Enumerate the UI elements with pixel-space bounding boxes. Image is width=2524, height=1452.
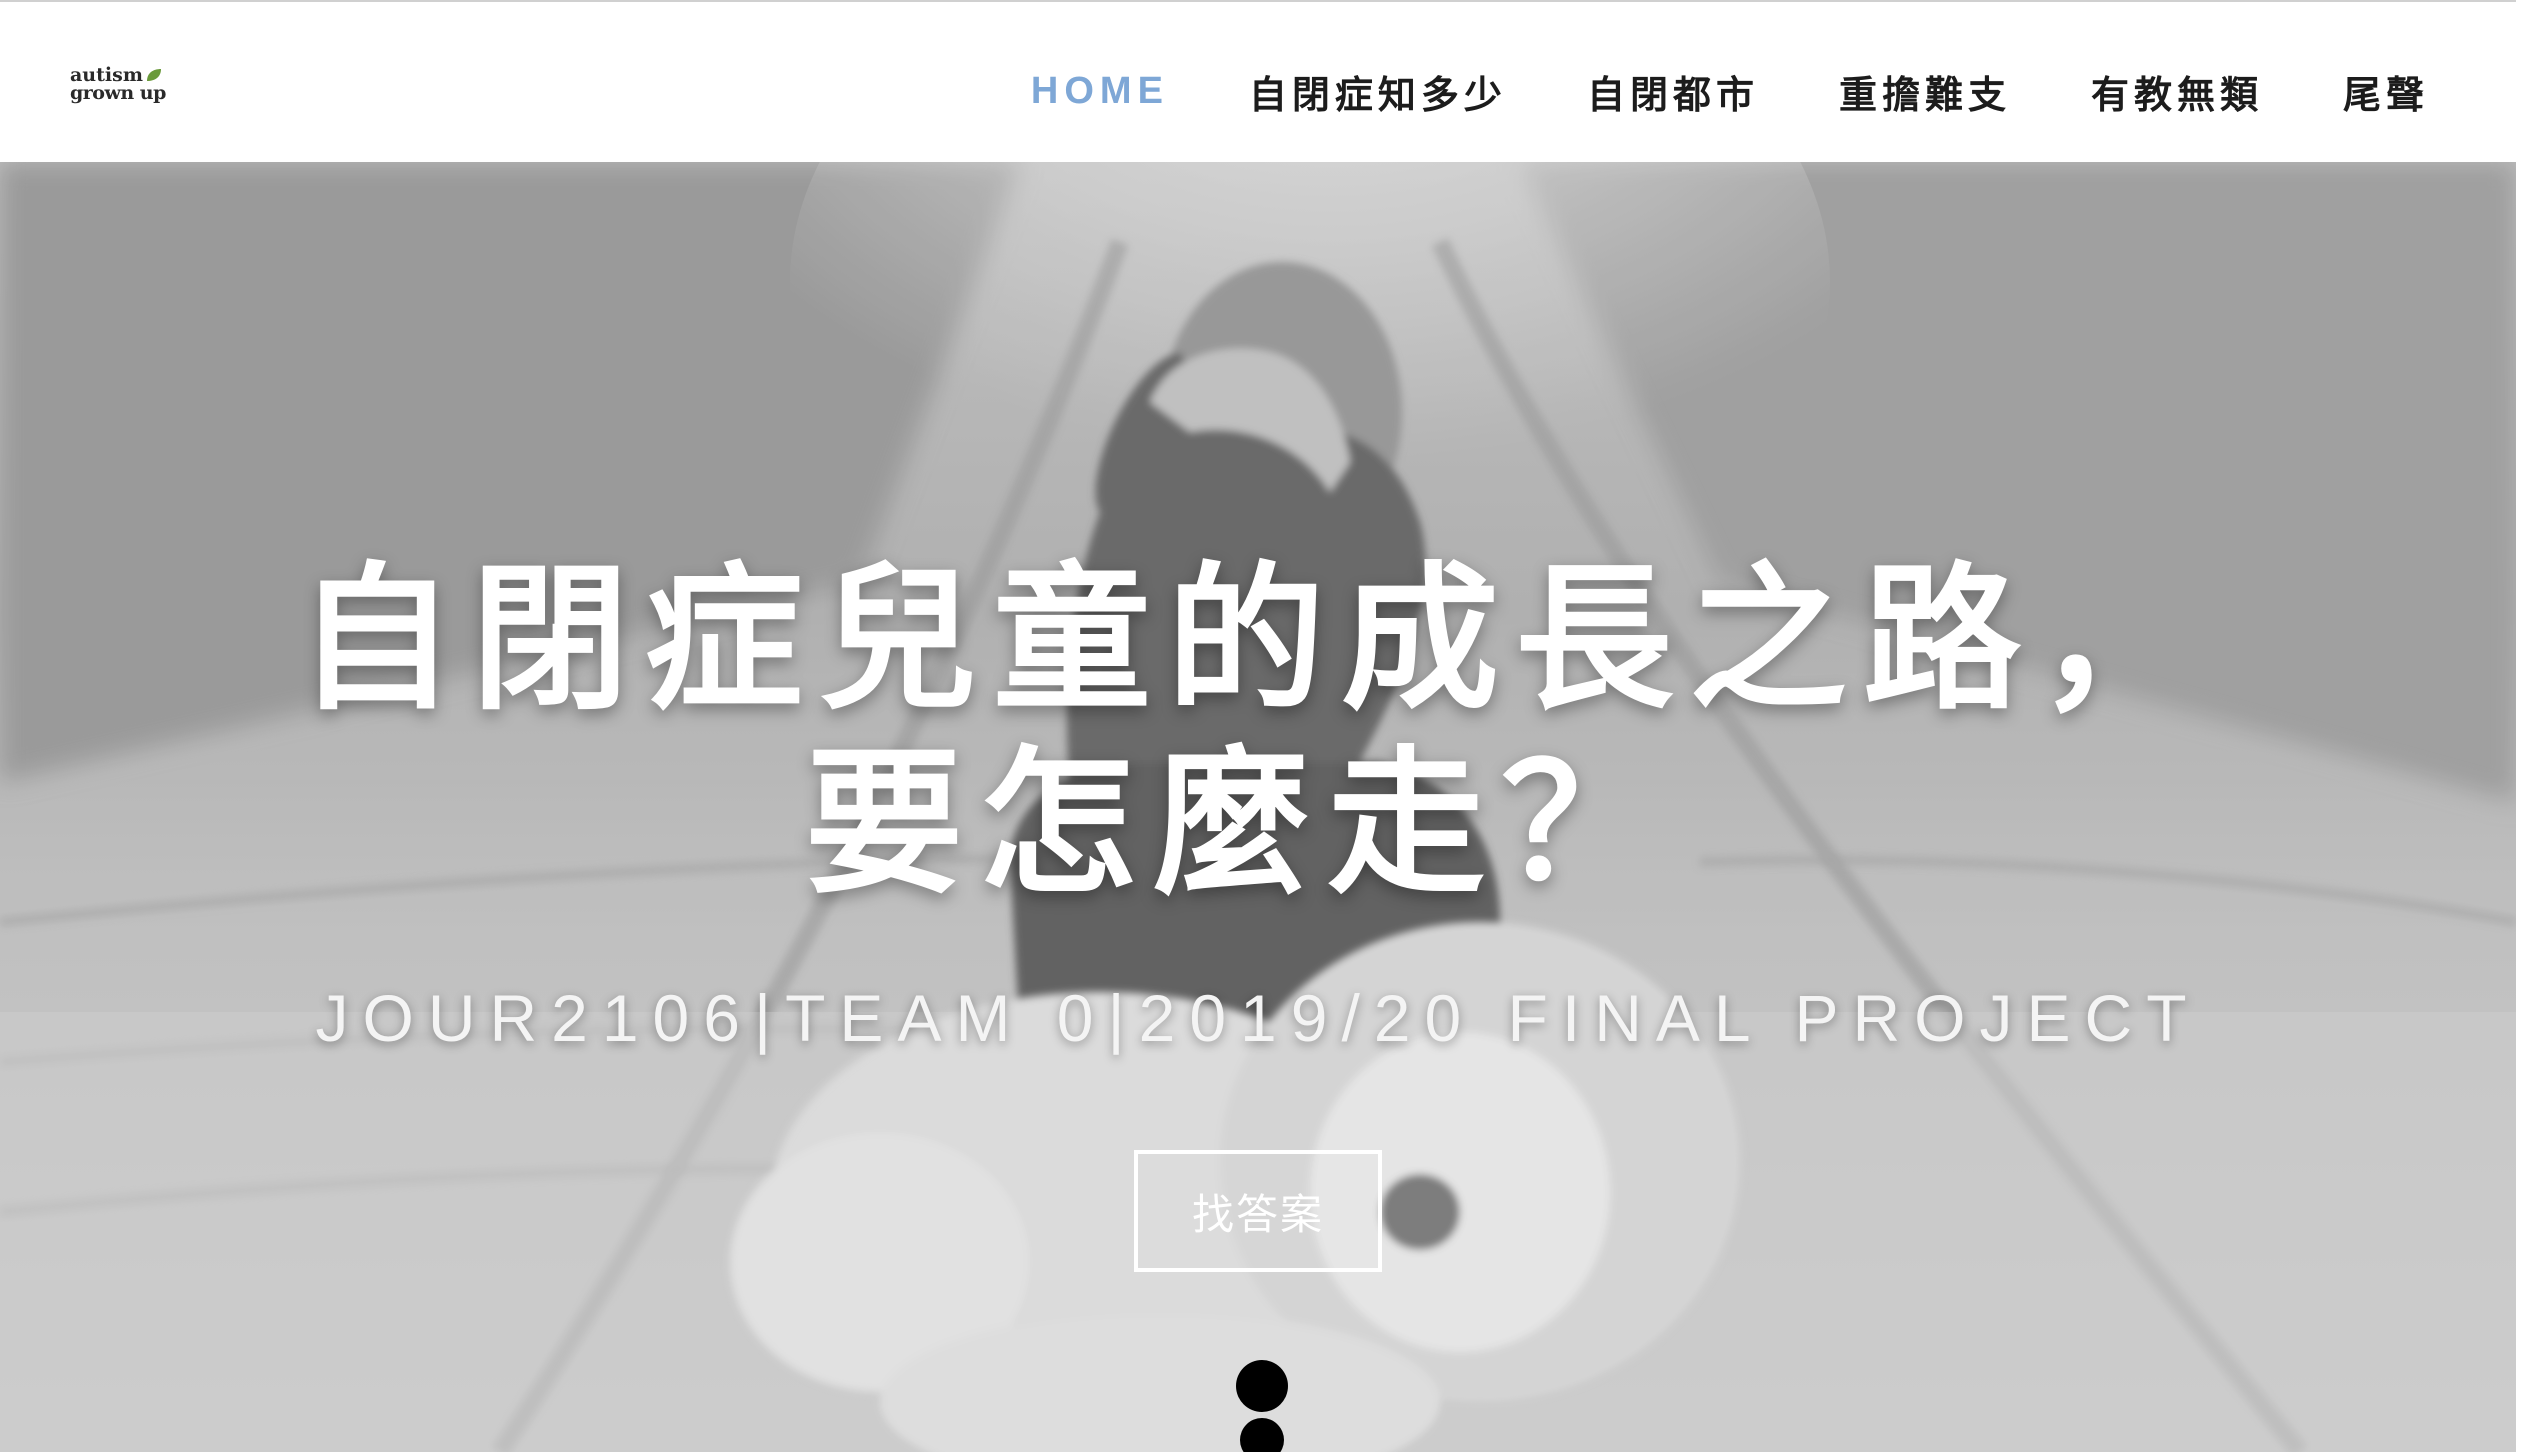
hero-title-line1: 自閉症兒童的成長之路， [297,548,2211,732]
nav-item-home[interactable]: HOME [1031,70,1169,113]
site-header: autism grown up HOME 自閉症知多少 自閉都市 重擔難支 有教… [0,0,2524,162]
hero-text: 自閉症兒童的成長之路， 要怎麼走？ JOUR2106|TEAM 0|2019/2… [0,162,2516,1452]
nav-item-heavy-burden[interactable]: 重擔難支 [1839,64,2011,119]
find-answer-button[interactable]: 找答案 [1134,1150,1382,1272]
window-edge [2516,0,2524,1452]
main-nav: HOME 自閉症知多少 自閉都市 重擔難支 有教無類 尾聲 [1031,60,2429,122]
scroll-down-icon[interactable] [1232,1360,1292,1452]
nav-item-education[interactable]: 有教無類 [2091,64,2263,119]
nav-item-epilogue[interactable]: 尾聲 [2343,64,2429,119]
logo-text-line2: grown up [70,82,166,104]
nav-item-autism-facts[interactable]: 自閉症知多少 [1249,64,1507,119]
hero-subtitle: JOUR2106|TEAM 0|2019/20 FINAL PROJECT [315,981,2201,1055]
hero-section: 自閉症兒童的成長之路， 要怎麼走？ JOUR2106|TEAM 0|2019/2… [0,162,2516,1452]
nav-item-autism-city[interactable]: 自閉都市 [1587,64,1759,119]
hero-title-line2: 要怎麼走？ [805,732,1675,916]
site-logo[interactable]: autism grown up [70,66,166,104]
leaf-icon [146,69,161,81]
